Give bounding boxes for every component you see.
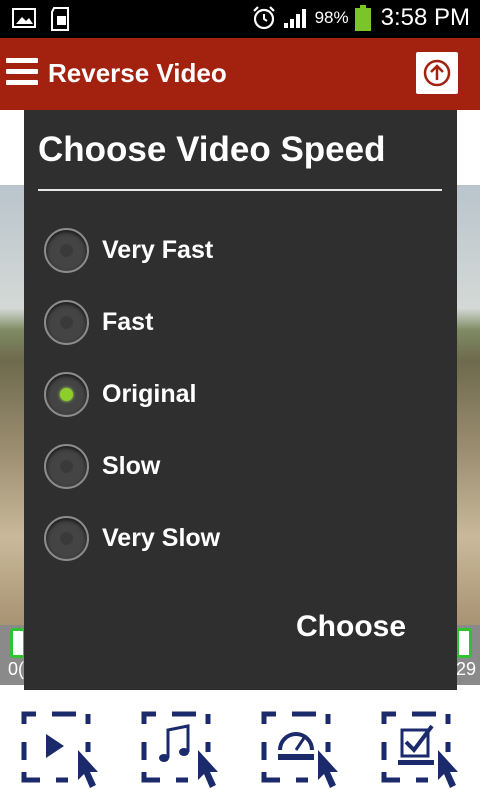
radio-button[interactable] bbox=[44, 516, 89, 561]
option-label: Fast bbox=[102, 308, 154, 336]
alarm-icon bbox=[252, 6, 275, 30]
option-label: Very Slow bbox=[102, 524, 221, 552]
image-icon bbox=[12, 8, 36, 28]
option-label: Original bbox=[102, 380, 197, 408]
speed-button[interactable] bbox=[256, 702, 352, 792]
option-label: Very Fast bbox=[102, 236, 214, 264]
signal-icon bbox=[283, 9, 306, 28]
bottom-action-bar bbox=[0, 690, 480, 800]
battery-icon bbox=[354, 5, 371, 31]
menu-icon[interactable] bbox=[6, 58, 38, 88]
option-very-slow[interactable]: Very Slow bbox=[44, 516, 424, 564]
play-video-icon bbox=[21, 711, 98, 788]
choose-button[interactable]: Choose bbox=[296, 610, 406, 644]
option-original[interactable]: Original bbox=[44, 372, 424, 420]
option-very-fast[interactable]: Very Fast bbox=[44, 228, 424, 276]
checkbox-save-icon bbox=[381, 711, 458, 788]
timeline-end-time: 29 bbox=[456, 659, 477, 679]
dialog-title: Choose Video Speed bbox=[38, 130, 386, 169]
option-label: Slow bbox=[102, 452, 161, 480]
sd-card-icon bbox=[51, 7, 69, 31]
clock: 3:58 PM bbox=[380, 4, 470, 31]
play-video-button[interactable] bbox=[16, 702, 112, 792]
speedometer-icon bbox=[261, 711, 338, 788]
radio-button[interactable] bbox=[44, 300, 89, 345]
screen: 98% 3:58 PM Reverse Video 0( 29 Choose V… bbox=[0, 0, 480, 800]
app-bar: Reverse Video bbox=[0, 38, 480, 110]
timeline-end-handle[interactable] bbox=[456, 628, 472, 658]
option-slow[interactable]: Slow bbox=[44, 444, 424, 492]
status-bar: 98% 3:58 PM bbox=[0, 0, 480, 38]
speed-dialog: Choose Video Speed Very Fast Fast Origin… bbox=[24, 110, 457, 690]
radio-button[interactable] bbox=[44, 444, 89, 489]
upload-arrow-icon bbox=[423, 59, 451, 87]
radio-button[interactable] bbox=[44, 228, 89, 273]
save-button[interactable] bbox=[376, 702, 472, 792]
dialog-divider bbox=[38, 189, 442, 191]
option-fast[interactable]: Fast bbox=[44, 300, 424, 348]
timeline-start-time: 0( bbox=[8, 659, 25, 679]
music-icon bbox=[141, 711, 218, 788]
radio-button-selected[interactable] bbox=[44, 372, 89, 417]
add-music-button[interactable] bbox=[136, 702, 232, 792]
battery-percent: 98% bbox=[314, 8, 349, 27]
app-title: Reverse Video bbox=[48, 58, 227, 88]
upload-button[interactable] bbox=[416, 52, 458, 94]
